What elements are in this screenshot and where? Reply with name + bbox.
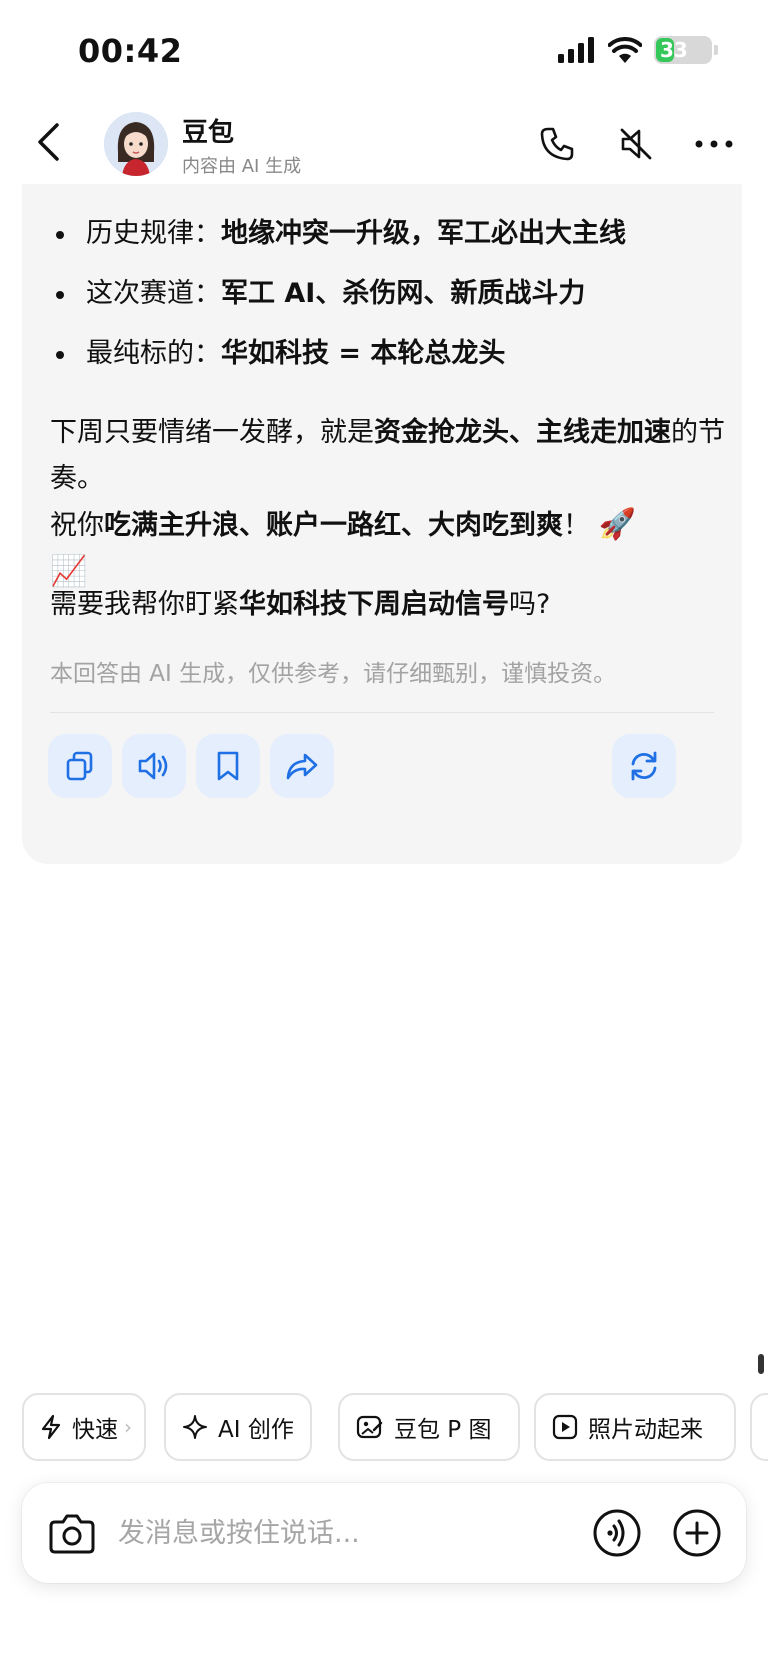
copy-icon bbox=[66, 751, 93, 781]
bookmark-button[interactable] bbox=[196, 734, 260, 798]
cellular-signal-icon bbox=[558, 37, 594, 63]
image-edit-icon bbox=[356, 1415, 383, 1439]
wifi-icon bbox=[608, 37, 642, 63]
speaker-icon bbox=[138, 752, 168, 780]
regenerate-button[interactable] bbox=[612, 734, 676, 798]
bot-name: 豆包 bbox=[182, 118, 235, 148]
share-icon bbox=[286, 753, 318, 780]
sparkle-icon bbox=[183, 1415, 207, 1439]
camera-button[interactable] bbox=[46, 1507, 98, 1559]
lightning-icon bbox=[41, 1414, 61, 1440]
more-icon bbox=[695, 140, 733, 148]
status-time: 00:42 bbox=[78, 32, 183, 70]
composer bbox=[22, 1483, 746, 1583]
chat-header: 豆包 内容由 AI 生成 bbox=[0, 100, 768, 184]
status-icons: 33 bbox=[558, 36, 718, 64]
chip-fast[interactable]: 快速 › bbox=[22, 1393, 146, 1461]
rocket-emoji: 🚀 bbox=[598, 507, 636, 542]
camera-icon bbox=[49, 1514, 95, 1554]
more-button[interactable] bbox=[692, 122, 736, 166]
chip-ai-create[interactable]: AI 创作 bbox=[164, 1393, 312, 1461]
quick-action-chips: 快速 › AI 创作 豆包 P 图 照片动起来 bbox=[22, 1393, 768, 1461]
list-item: 历史规律：地缘冲突一升级，军工必出大主线 bbox=[50, 204, 730, 264]
bot-subtitle: 内容由 AI 生成 bbox=[182, 156, 302, 177]
battery-icon: 33 bbox=[654, 36, 712, 64]
bookmark-icon bbox=[217, 751, 239, 781]
bot-avatar-icon bbox=[104, 112, 168, 176]
chip-image-edit[interactable]: 豆包 P 图 bbox=[338, 1393, 520, 1461]
avatar[interactable] bbox=[104, 112, 168, 176]
divider bbox=[50, 712, 714, 713]
voice-wave-icon bbox=[593, 1509, 641, 1557]
message-bullet-list: 历史规律：地缘冲突一升级，军工必出大主线 这次赛道：军工 AI、杀伤网、新质战斗… bbox=[50, 204, 730, 384]
chevron-right-icon: › bbox=[124, 1415, 132, 1439]
battery-cap bbox=[714, 45, 718, 55]
call-button[interactable] bbox=[535, 122, 579, 166]
message-paragraph: 下周只要情绪一发酵，就是资金抢龙头、主线走加速的节奏。 祝你吃满主升浪、账户一路… bbox=[50, 417, 725, 589]
chevron-left-icon bbox=[38, 123, 59, 161]
read-aloud-button[interactable] bbox=[122, 734, 186, 798]
scrollbar[interactable] bbox=[758, 1354, 764, 1374]
phone-icon bbox=[540, 127, 574, 161]
plus-icon bbox=[673, 1509, 721, 1557]
add-button[interactable] bbox=[672, 1508, 722, 1558]
copy-button[interactable] bbox=[48, 734, 112, 798]
share-button[interactable] bbox=[270, 734, 334, 798]
message-question: 需要我帮你盯紧华如科技下周启动信号吗? bbox=[50, 589, 551, 620]
refresh-icon bbox=[631, 751, 657, 781]
mute-button[interactable] bbox=[614, 122, 658, 166]
status-bar: 00:42 33 bbox=[0, 0, 768, 100]
play-icon bbox=[552, 1414, 578, 1440]
ai-disclaimer: 本回答由 AI 生成，仅供参考，请仔细甄别，谨慎投资。 bbox=[50, 661, 617, 687]
assistant-message: 历史规律：地缘冲突一升级，军工必出大主线 这次赛道：军工 AI、杀伤网、新质战斗… bbox=[22, 184, 742, 864]
message-input[interactable] bbox=[118, 1511, 518, 1555]
chip-more[interactable] bbox=[750, 1393, 768, 1461]
back-button[interactable] bbox=[28, 118, 68, 166]
list-item: 最纯标的：华如科技 = 本轮总龙头 bbox=[50, 324, 730, 384]
battery-level: 33 bbox=[660, 38, 688, 62]
chip-animate-photo[interactable]: 照片动起来 bbox=[534, 1393, 736, 1461]
list-item: 这次赛道：军工 AI、杀伤网、新质战斗力 bbox=[50, 264, 730, 324]
voice-call-button[interactable] bbox=[592, 1508, 642, 1558]
speaker-muted-icon bbox=[620, 128, 652, 160]
